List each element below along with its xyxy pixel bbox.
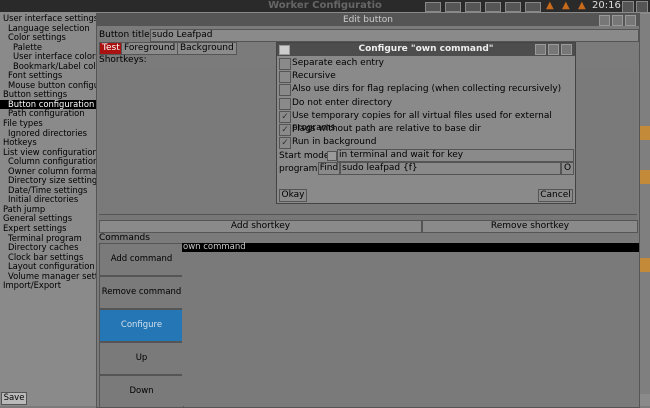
workspace-6-icon[interactable] — [525, 2, 541, 12]
option-label: Separate each entry — [292, 58, 384, 68]
commands-label: Commands — [99, 233, 150, 243]
edit-button-titlebar: Edit button — [97, 14, 639, 26]
add-command-button[interactable]: Add command — [99, 243, 184, 276]
configure-own-command-dialog: Configure "own command" Separate each en… — [276, 42, 576, 204]
o-button[interactable]: O — [561, 162, 574, 175]
window-icon — [279, 45, 290, 55]
close-icon[interactable] — [561, 44, 572, 55]
shortkeys-label: Shortkeys: — [99, 55, 147, 65]
clock: 20:16 — [592, 0, 621, 11]
checkbox[interactable] — [279, 84, 291, 97]
checkbox[interactable]: ✓ — [279, 110, 291, 123]
option-label: Flags without path are relative to base … — [292, 124, 481, 134]
option-row[interactable]: Recursive — [278, 70, 573, 84]
checkbox[interactable] — [279, 97, 291, 110]
tab-test[interactable]: Test — [99, 42, 123, 55]
option-label: Run in background — [292, 137, 377, 148]
checkbox[interactable] — [279, 71, 291, 84]
checkbox[interactable] — [279, 58, 291, 70]
workspace-2-icon[interactable] — [445, 2, 461, 12]
settings-tree[interactable]: User interface settings Language selectio… — [0, 14, 98, 294]
tray-arrow-icon-2[interactable]: ▲ — [562, 0, 570, 12]
tray-arrow-icon[interactable]: ▲ — [546, 0, 554, 12]
option-row[interactable]: Also use dirs for flag replacing (when c… — [278, 83, 573, 97]
maximize-icon[interactable] — [612, 15, 623, 26]
workspace-3-icon[interactable] — [465, 2, 481, 12]
minimize-icon[interactable] — [535, 44, 546, 55]
tree-item[interactable]: Import/Export — [0, 281, 98, 291]
close-icon[interactable] — [625, 15, 636, 26]
maximize-icon[interactable] — [548, 44, 559, 55]
remove-command-button[interactable]: Remove command — [99, 276, 184, 309]
up-button[interactable]: Up — [99, 342, 184, 375]
option-label: Do not enter directory — [292, 97, 393, 108]
workspace-5-icon[interactable] — [505, 2, 521, 12]
minimize-icon[interactable] — [599, 15, 610, 26]
tab-background[interactable]: Background — [177, 42, 237, 55]
own-command-titlebar: Configure "own command" — [277, 43, 575, 56]
option-label: Also use dirs for flag replacing (when c… — [292, 84, 562, 95]
own-command-title: Configure "own command" — [358, 44, 494, 54]
tray-arrow-icon-3[interactable]: ▲ — [578, 0, 586, 12]
okay-button[interactable]: Okay — [279, 189, 307, 202]
option-row[interactable]: ✓ Run in background — [278, 136, 573, 150]
option-row[interactable]: Separate each entry — [278, 57, 573, 70]
start-mode-select[interactable]: in terminal and wait for key — [337, 149, 574, 162]
workspace-1-icon[interactable] — [425, 2, 441, 12]
checkbox[interactable]: ✓ — [279, 124, 291, 136]
program-label: program: — [279, 164, 321, 174]
option-row[interactable]: ✓ Flags without path are relative to base… — [278, 123, 573, 136]
checkbox[interactable]: ✓ — [279, 137, 291, 150]
tab-foreground[interactable]: Foreground — [121, 42, 179, 55]
option-row[interactable]: Do not enter directory — [278, 97, 573, 110]
edit-button-title: Edit button — [343, 15, 393, 25]
button-title-label: Button title: — [99, 30, 153, 40]
taskbar: Worker Configuratio ▲ ▲ ▲ 20:16 — [0, 0, 650, 13]
down-button[interactable]: Down — [99, 375, 184, 408]
save-button[interactable]: Save — [1, 392, 27, 405]
list-item[interactable]: own command — [182, 243, 639, 252]
cancel-button[interactable]: Cancel — [538, 189, 573, 202]
program-input[interactable]: sudo leafpad {f} — [340, 162, 561, 175]
configure-button[interactable]: Configure — [99, 309, 184, 342]
start-mode-label: Start mode — [279, 151, 330, 161]
option-label: Recursive — [292, 71, 336, 82]
find-button[interactable]: Find — [318, 162, 340, 175]
option-row[interactable]: ✓ Use temporary copies for all virtual fi… — [278, 110, 573, 133]
button-title-input[interactable]: sudo Leafpad — [150, 29, 639, 42]
start-mode-dropdown-icon[interactable] — [327, 151, 337, 161]
workspace-4-icon[interactable] — [485, 2, 501, 12]
remove-shortkey-button[interactable]: Remove shortkey — [422, 220, 638, 233]
commands-list[interactable]: own command — [182, 243, 639, 406]
add-shortkey-button[interactable]: Add shortkey — [99, 220, 422, 233]
